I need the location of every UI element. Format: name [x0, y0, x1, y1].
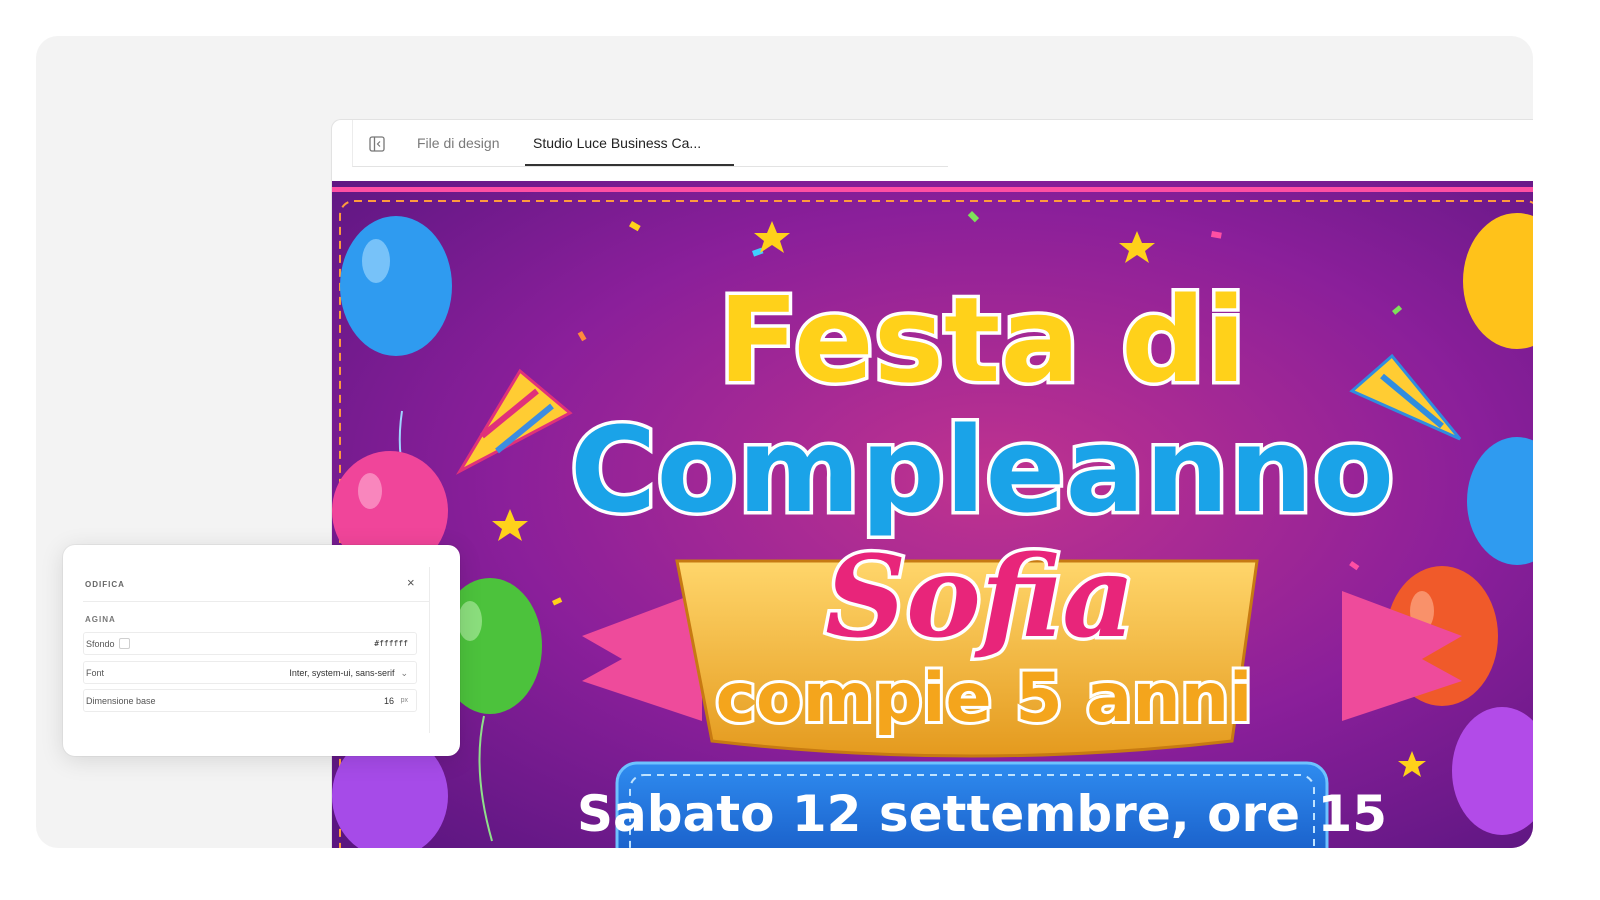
base-size-unit: px: [400, 697, 408, 704]
base-size-row[interactable]: Dimensione base 16 px: [83, 689, 417, 712]
panel-title: ODIFICA: [85, 580, 125, 589]
background-label: Sfondo: [86, 639, 115, 649]
tab-bar: File di design Studio Luce Business Ca..…: [352, 120, 948, 167]
flyer-date: Sabato 12 settembre, ore 15: [577, 785, 1387, 843]
font-select[interactable]: Inter, system-ui, sans-serif ⌄: [289, 668, 408, 679]
flyer-name-group: Sofia: [822, 529, 1139, 667]
tab-file-di-design[interactable]: File di design: [417, 135, 500, 151]
editor-window: File di design Studio Luce Business Ca..…: [331, 119, 1533, 848]
flyer-name: Sofia: [825, 532, 1135, 663]
background-row[interactable]: Sfondo #ffffff: [83, 632, 417, 655]
panel-divider: [83, 601, 430, 602]
app-stage: File di design Studio Luce Business Ca..…: [36, 36, 1533, 848]
flyer-subtitle-group: compie 5 anni: [713, 656, 1256, 741]
edit-panel-body: ODIFICA × AGINA Sfondo #ffffff Font Inte…: [83, 567, 430, 733]
close-icon[interactable]: ×: [407, 575, 415, 590]
birthday-flyer: Festa di Compleanno Sofia compie 5 anni: [332, 181, 1533, 848]
flyer-title-line1: Festa di: [718, 271, 1246, 409]
chevron-down-icon: ⌄: [400, 668, 408, 678]
edit-panel: ODIFICA × AGINA Sfondo #ffffff Font Inte…: [63, 545, 460, 756]
flyer-date-banner: Sabato 12 settembre, ore 15: [577, 761, 1387, 848]
background-value[interactable]: #ffffff: [374, 639, 408, 648]
tab-studio-luce[interactable]: Studio Luce Business Ca...: [533, 135, 701, 151]
base-size-label: Dimensione base: [86, 696, 156, 706]
active-tab-indicator: [525, 164, 734, 166]
font-row[interactable]: Font Inter, system-ui, sans-serif ⌄: [83, 661, 417, 684]
flyer-subtitle: compie 5 anni: [716, 659, 1253, 738]
font-label: Font: [86, 668, 105, 678]
section-title: AGINA: [85, 615, 116, 624]
base-size-input[interactable]: 16: [384, 696, 394, 706]
flyer-top-border: [332, 187, 1533, 192]
color-swatch[interactable]: [119, 638, 130, 649]
sidebar-toggle-icon[interactable]: [369, 136, 385, 152]
flyer-title-line2: Compleanno: [570, 401, 1394, 539]
design-canvas[interactable]: Festa di Compleanno Sofia compie 5 anni: [332, 181, 1533, 848]
font-value: Inter, system-ui, sans-serif: [289, 668, 395, 678]
